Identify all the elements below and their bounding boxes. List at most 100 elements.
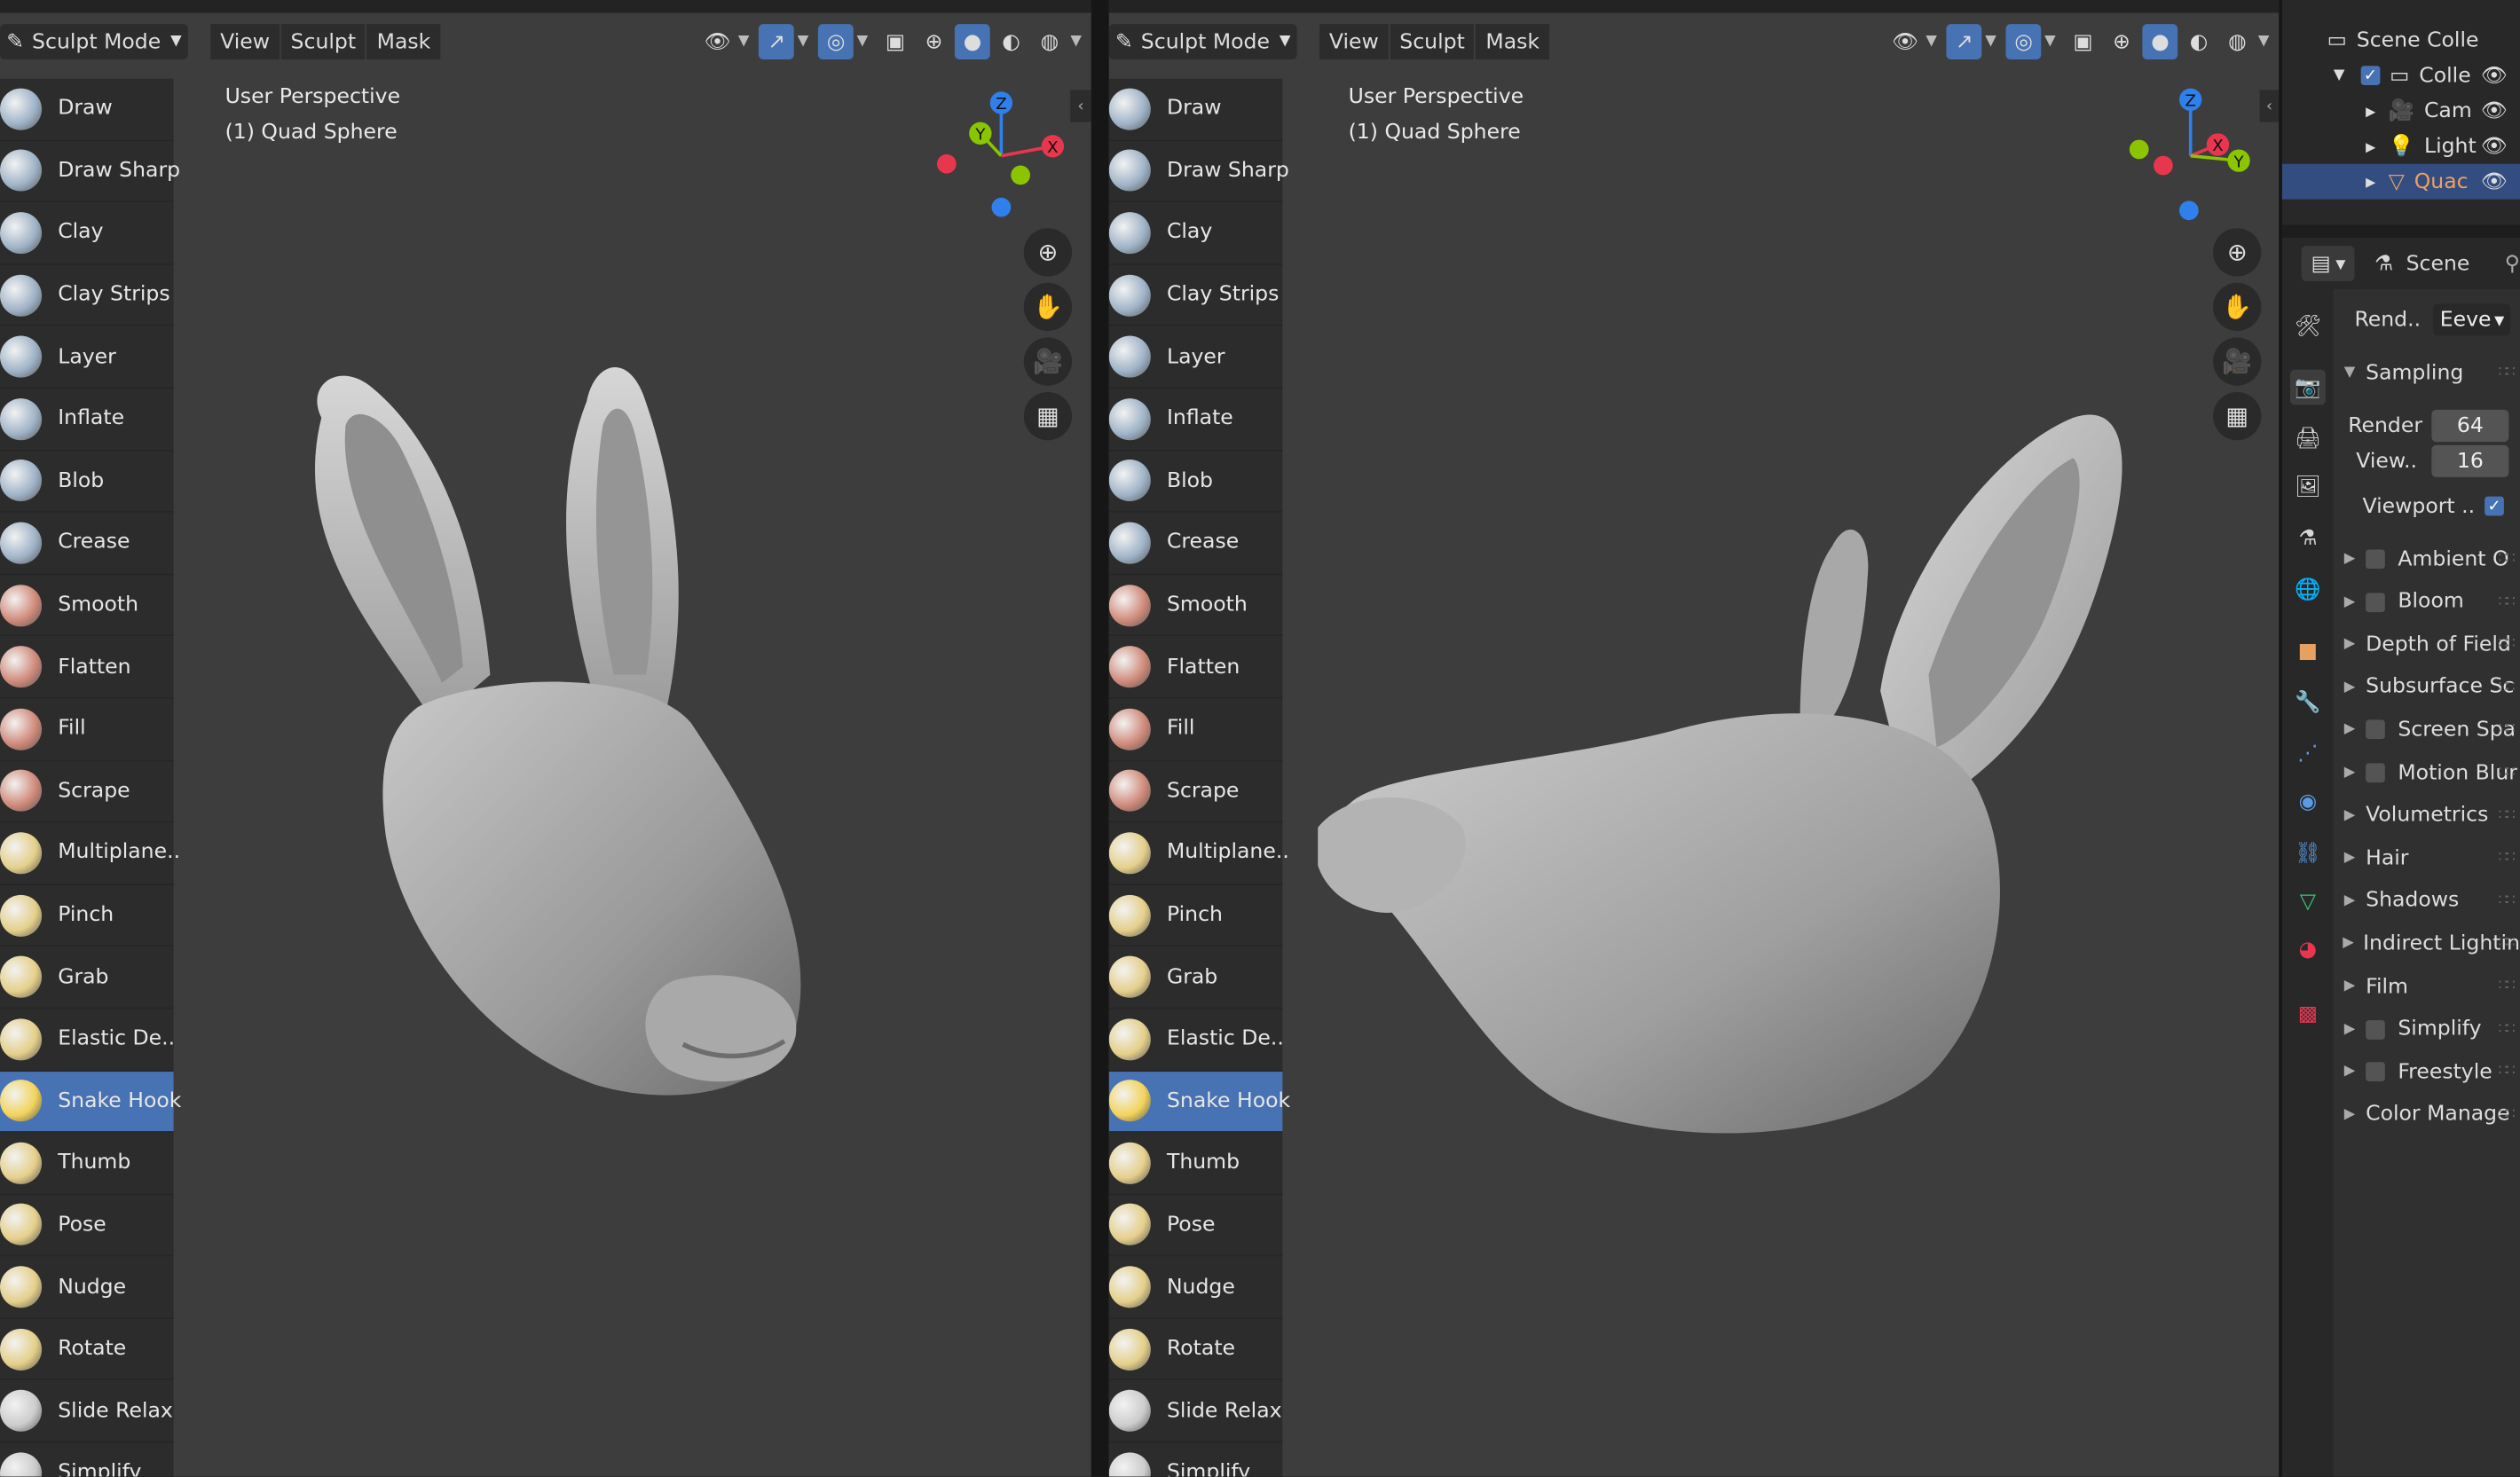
- expand-triangle-icon[interactable]: ▼: [2334, 365, 2366, 381]
- camera-view-icon[interactable]: 🎥: [1023, 337, 1073, 386]
- tool-smooth[interactable]: Smooth: [1108, 574, 1283, 637]
- material-shading-icon[interactable]: ◐: [993, 24, 1028, 59]
- tool-thumb[interactable]: Thumb: [1108, 1133, 1283, 1195]
- eye-icon[interactable]: 👁: [2481, 64, 2508, 88]
- render-engine-dropdown[interactable]: Eeve ▼: [2433, 303, 2511, 336]
- outliner-row-light[interactable]: ▶ 💡 Light 👁: [2282, 129, 2520, 164]
- world-tab-icon[interactable]: 🌐: [2290, 572, 2326, 608]
- chevron-down-icon[interactable]: ▼: [798, 34, 809, 50]
- expand-triangle-icon[interactable]: ▶: [2334, 593, 2366, 609]
- expand-triangle-icon[interactable]: ▶: [2334, 1107, 2366, 1123]
- tool-clay[interactable]: Clay: [0, 202, 174, 265]
- drag-grip-icon[interactable]: ∷∷: [2499, 722, 2516, 738]
- scene-tab-icon[interactable]: ⚗: [2290, 521, 2326, 556]
- render-samples-field[interactable]: 64: [2431, 409, 2509, 443]
- eye-icon[interactable]: 👁: [2481, 98, 2508, 122]
- tool-layer[interactable]: Layer: [1108, 326, 1283, 389]
- mode-selector[interactable]: ✎ Sculpt Mode ▼: [1108, 24, 1297, 60]
- panel-enable-checkbox[interactable]: [2366, 1019, 2385, 1040]
- drag-grip-icon[interactable]: ∷∷: [2499, 850, 2516, 866]
- overlays-toggle-icon[interactable]: ◎: [2005, 24, 2042, 60]
- visibility-icon[interactable]: 👁: [1887, 24, 1923, 59]
- chevron-down-icon[interactable]: ▼: [1985, 34, 1996, 50]
- view-layer-tab-icon[interactable]: 🖼: [2290, 469, 2326, 505]
- viewport-right[interactable]: ✎ Sculpt Mode ▼ View Sculpt Mask 👁 ▼ ↗ ▼…: [1108, 0, 2280, 1477]
- tool-clay-strips[interactable]: Clay Strips: [1108, 264, 1283, 327]
- viewport-denoise-checkbox[interactable]: ✓: [2485, 496, 2504, 516]
- tool-draw-sharp[interactable]: Draw Sharp: [0, 140, 180, 203]
- panel-freestyle[interactable]: ▶ Freestyle ∷∷: [2334, 1051, 2520, 1093]
- tool-tab-icon[interactable]: 🛠: [2290, 309, 2326, 344]
- expand-triangle-icon[interactable]: ▶: [2334, 765, 2366, 781]
- tool-fill[interactable]: Fill: [0, 698, 174, 761]
- tool-draw[interactable]: Draw: [1108, 78, 1283, 141]
- mode-selector[interactable]: ✎ Sculpt Mode ▼: [0, 24, 188, 60]
- texture-tab-icon[interactable]: ▩: [2290, 996, 2326, 1032]
- tool-layer[interactable]: Layer: [0, 326, 174, 389]
- eye-icon[interactable]: 👁: [2481, 169, 2508, 193]
- tool-blob[interactable]: Blob: [1108, 451, 1283, 514]
- expand-triangle-icon[interactable]: ▶: [2366, 139, 2375, 153]
- expand-triangle-icon[interactable]: ▶: [2334, 893, 2366, 909]
- panel-hair[interactable]: ▶ Hair ∷∷: [2334, 837, 2520, 879]
- drag-grip-icon[interactable]: ∷∷: [2499, 551, 2516, 567]
- sampling-panel-header[interactable]: ▼ Sampling ∷∷: [2334, 352, 2520, 394]
- panel-enable-checkbox[interactable]: [2366, 1062, 2385, 1082]
- expand-triangle-icon[interactable]: ▶: [2334, 1064, 2366, 1080]
- physics-tab-icon[interactable]: ◉: [2290, 784, 2326, 820]
- panel-simplify[interactable]: ▶ Simplify ∷∷: [2334, 1009, 2520, 1050]
- outliner-row-camera[interactable]: ▶ 🎥 Cam 👁: [2282, 93, 2520, 129]
- expand-triangle-icon[interactable]: ▶: [2366, 104, 2375, 118]
- tool-simplify[interactable]: Simplify: [0, 1442, 174, 1477]
- pan-hand-icon[interactable]: ✋: [2213, 282, 2262, 332]
- perspective-toggle-icon[interactable]: ▦: [2213, 391, 2262, 441]
- output-tab-icon[interactable]: 🖨: [2290, 421, 2326, 457]
- menu-sculpt[interactable]: Sculpt: [1390, 24, 1475, 60]
- tool-rotate[interactable]: Rotate: [0, 1318, 174, 1381]
- menu-view[interactable]: View: [1319, 24, 1389, 60]
- camera-view-icon[interactable]: 🎥: [2213, 337, 2262, 386]
- tool-crease[interactable]: Crease: [0, 513, 174, 575]
- tool-grab[interactable]: Grab: [0, 947, 174, 1010]
- constraints-tab-icon[interactable]: ⛓: [2290, 836, 2326, 871]
- menu-sculpt[interactable]: Sculpt: [280, 24, 366, 60]
- viewport-samples-field[interactable]: 16: [2431, 444, 2509, 477]
- expand-triangle-icon[interactable]: ▶: [2334, 551, 2366, 567]
- object-tab-icon[interactable]: ■: [2290, 633, 2326, 669]
- drag-grip-icon[interactable]: ∷∷: [2499, 680, 2516, 695]
- tool-elastic-de[interactable]: Elastic De..: [0, 1009, 175, 1072]
- expand-triangle-icon[interactable]: ▶: [2334, 637, 2366, 653]
- tool-inflate[interactable]: Inflate: [0, 389, 174, 452]
- expand-triangle-icon[interactable]: ▼: [2334, 67, 2345, 83]
- tool-pinch[interactable]: Pinch: [0, 884, 174, 947]
- rendered-shading-icon[interactable]: ◍: [1032, 24, 1067, 59]
- expand-triangle-icon[interactable]: ▶: [2334, 680, 2366, 695]
- perspective-toggle-icon[interactable]: ▦: [1023, 391, 1073, 441]
- tool-snake-hook[interactable]: Snake Hook: [0, 1071, 181, 1134]
- pin-icon[interactable]: ⚲: [2505, 251, 2520, 275]
- sidebar-toggle-icon[interactable]: ‹: [2259, 90, 2280, 122]
- tool-nudge[interactable]: Nudge: [0, 1256, 174, 1319]
- navigation-gizmo[interactable]: Z Y X: [924, 83, 1084, 228]
- panel-depth-of-field[interactable]: ▶ Depth of Field ∷∷: [2334, 624, 2520, 665]
- tool-slide-relax[interactable]: Slide Relax: [1108, 1380, 1283, 1443]
- overlays-toggle-icon[interactable]: ◎: [818, 24, 854, 60]
- gizmo-toggle-icon[interactable]: ↗: [1946, 24, 1982, 60]
- chevron-down-icon[interactable]: ▼: [1070, 34, 1082, 50]
- material-shading-icon[interactable]: ◐: [2181, 24, 2217, 59]
- expand-triangle-icon[interactable]: ▶: [2334, 807, 2366, 823]
- tool-scrape[interactable]: Scrape: [1108, 760, 1283, 823]
- expand-triangle-icon[interactable]: ▶: [2334, 978, 2366, 994]
- tool-snake-hook[interactable]: Snake Hook: [1108, 1071, 1290, 1134]
- solid-shading-icon[interactable]: ●: [2142, 24, 2178, 60]
- tool-flatten[interactable]: Flatten: [1108, 636, 1283, 699]
- panel-enable-checkbox[interactable]: [2366, 763, 2385, 783]
- drag-grip-icon[interactable]: ∷∷: [2499, 893, 2516, 909]
- pan-hand-icon[interactable]: ✋: [1023, 282, 1073, 332]
- tool-grab[interactable]: Grab: [1108, 947, 1283, 1010]
- tool-scrape[interactable]: Scrape: [0, 760, 174, 823]
- panel-shadows[interactable]: ▶ Shadows ∷∷: [2334, 880, 2520, 922]
- viewport-left[interactable]: ✎ Sculpt Mode ▼ View Sculpt Mask 👁 ▼ ↗ ▼…: [0, 0, 1091, 1477]
- expand-triangle-icon[interactable]: ▶: [2334, 1021, 2366, 1037]
- render-tab-icon[interactable]: 📷: [2289, 369, 2326, 405]
